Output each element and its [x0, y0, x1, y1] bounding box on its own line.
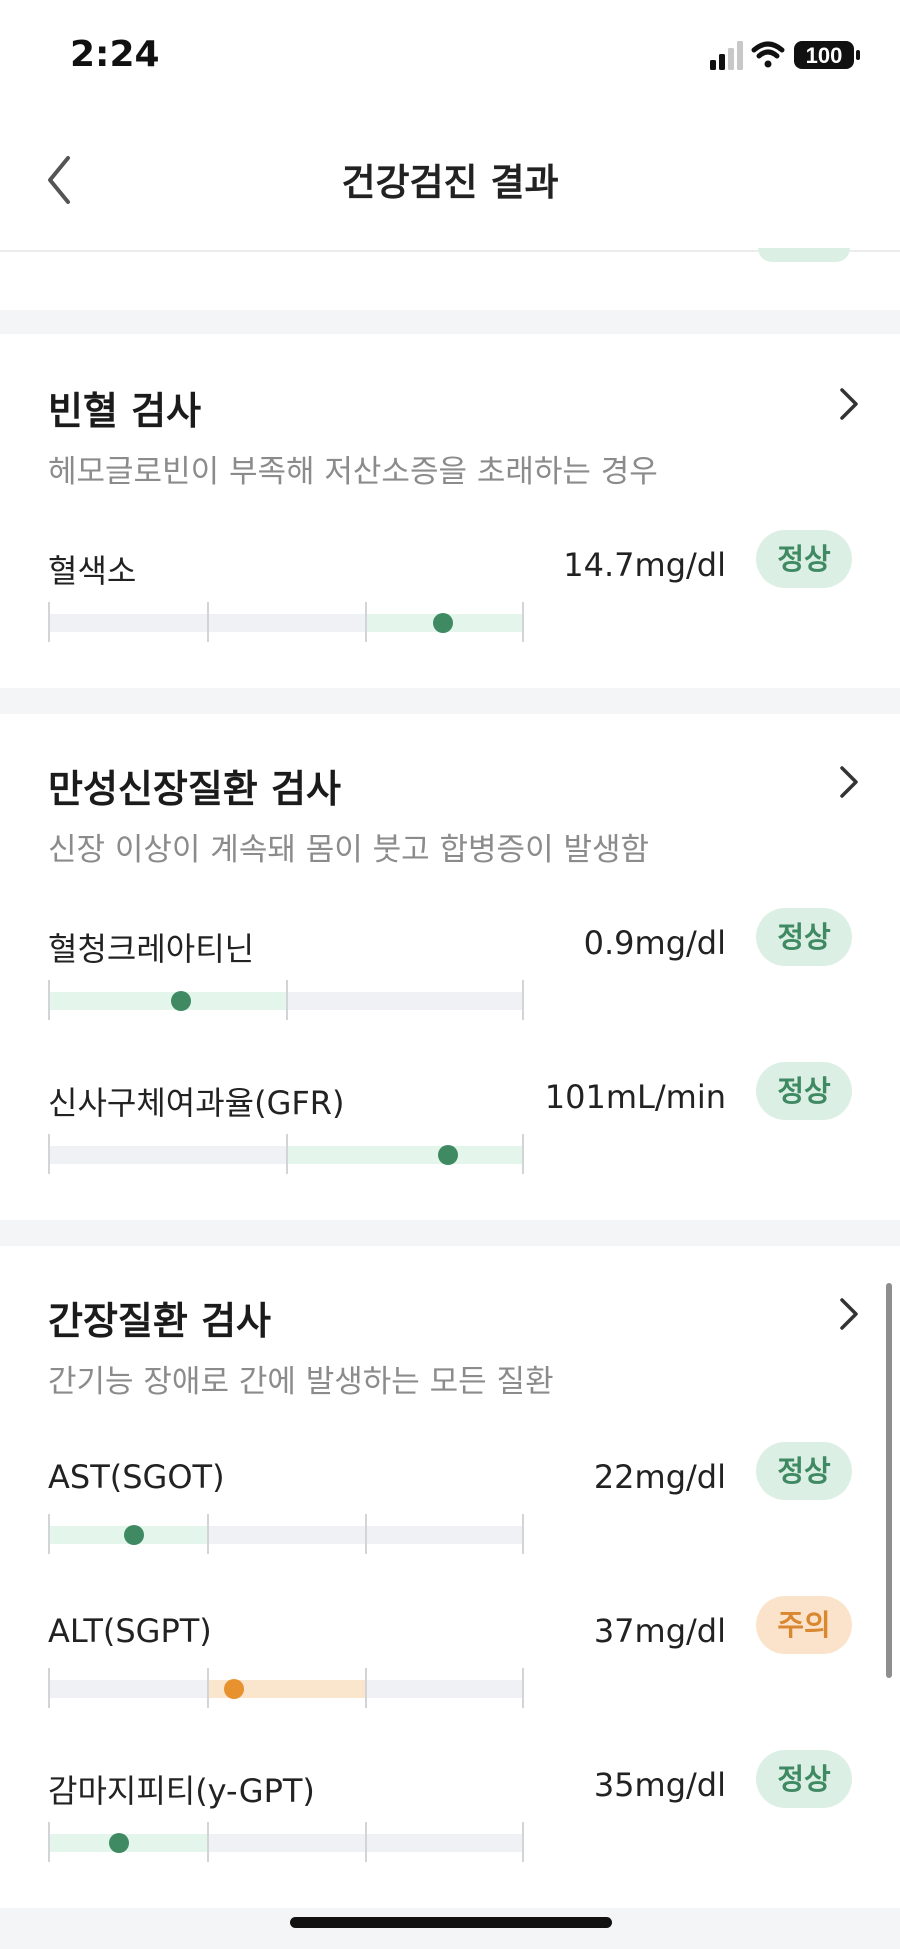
section-divider — [0, 688, 900, 714]
range-gauge — [48, 1668, 524, 1708]
status-time: 2:24 — [70, 34, 160, 75]
page-title: 건강검진 결과 — [341, 161, 559, 204]
gauge-tick — [48, 602, 50, 642]
result-item: ALT(SGPT) 37mg/dl 주의 — [0, 1596, 900, 1732]
gauge-range-highlight — [286, 1146, 524, 1164]
range-gauge — [48, 1822, 524, 1862]
range-gauge — [48, 1514, 524, 1554]
gauge-marker — [433, 613, 454, 633]
gauge-tick — [206, 1822, 209, 1862]
item-value: 35mg/dl — [593, 1766, 726, 1804]
section-title: 빈혈 검사 — [48, 389, 202, 433]
gauge-tick — [522, 1134, 524, 1174]
section-divider — [0, 1220, 900, 1246]
section-divider — [0, 310, 900, 334]
status-bar: 2:24 100 — [0, 0, 900, 110]
item-name: 혈색소 — [48, 552, 137, 590]
result-item: 혈색소 14.7mg/dl 정상 — [0, 530, 900, 666]
home-indicator[interactable] — [290, 1917, 612, 1928]
gauge-tick — [48, 1134, 50, 1174]
status-badge: 정상 — [756, 908, 852, 966]
chevron-right-icon[interactable] — [836, 384, 862, 424]
result-item: 혈청크레아티닌 0.9mg/dl 정상 — [0, 908, 900, 1044]
liver-disease-test-card[interactable]: 간장질환 검사 간기능 장애로 간에 발생하는 모든 질환 AST(SGOT) … — [0, 1246, 900, 1908]
gauge-tick — [48, 1514, 50, 1554]
gauge-tick — [522, 1514, 524, 1554]
scrollbar[interactable] — [886, 1283, 892, 1678]
gauge-tick — [365, 1822, 368, 1862]
gauge-tick — [522, 1822, 524, 1862]
section-title: 만성신장질환 검사 — [48, 767, 341, 811]
status-badge: 주의 — [756, 1596, 852, 1654]
result-item: 감마지피티(y-GPT) 35mg/dl 정상 — [0, 1750, 900, 1886]
status-badge-partial — [758, 248, 850, 262]
nav-bar: 건강검진 결과 — [0, 110, 900, 252]
wifi-icon — [751, 41, 785, 68]
anemia-test-card[interactable]: 빈혈 검사 헤모글로빈이 부족해 저산소증을 초래하는 경우 혈색소 14.7m… — [0, 334, 900, 688]
gauge-tick — [522, 980, 524, 1020]
gauge-tick — [48, 1822, 50, 1862]
gauge-tick — [206, 1668, 209, 1708]
item-name: 혈청크레아티닌 — [48, 930, 255, 968]
item-value: 101mL/min — [544, 1078, 726, 1116]
status-badge: 정상 — [756, 1062, 852, 1120]
gauge-tick — [286, 1134, 288, 1174]
gauge-tick — [522, 1668, 524, 1708]
item-value: 37mg/dl — [593, 1612, 726, 1650]
status-badge: 정상 — [756, 1442, 852, 1500]
kidney-disease-test-card[interactable]: 만성신장질환 검사 신장 이상이 계속돼 몸이 붓고 합병증이 발생함 혈청크레… — [0, 714, 900, 1220]
section-divider — [0, 1908, 900, 1949]
battery-text: 100 — [806, 43, 843, 68]
gauge-tick — [206, 1514, 209, 1554]
section-description: 간기능 장애로 간에 발생하는 모든 질환 — [48, 1364, 554, 1400]
item-name: AST(SGOT) — [48, 1458, 225, 1496]
gauge-tick — [365, 1668, 368, 1708]
status-badge: 정상 — [756, 530, 852, 588]
section-title: 간장질환 검사 — [48, 1299, 271, 1343]
chevron-right-icon[interactable] — [836, 1294, 862, 1334]
status-icons: 100 — [710, 41, 860, 70]
gauge-tick — [365, 602, 368, 642]
item-value: 22mg/dl — [593, 1458, 726, 1496]
gauge-range-highlight — [48, 992, 286, 1010]
gauge-tick — [286, 980, 288, 1020]
gauge-marker — [123, 1525, 144, 1545]
gauge-tick — [206, 602, 209, 642]
item-name: 신사구체여과율(GFR) — [48, 1084, 345, 1122]
chevron-right-icon[interactable] — [836, 762, 862, 802]
item-name: ALT(SGPT) — [48, 1612, 212, 1650]
signal-icon — [710, 41, 743, 70]
range-gauge — [48, 602, 524, 642]
range-gauge — [48, 1134, 524, 1174]
gauge-tick — [48, 1668, 50, 1708]
gauge-marker — [223, 1679, 244, 1699]
item-value: 0.9mg/dl — [583, 924, 726, 962]
item-name: 감마지피티(y-GPT) — [48, 1772, 315, 1810]
section-description: 신장 이상이 계속돼 몸이 붓고 합병증이 발생함 — [48, 832, 650, 868]
gauge-tick — [522, 602, 524, 642]
range-gauge — [48, 980, 524, 1020]
battery-icon: 100 — [794, 41, 860, 69]
item-value: 14.7mg/dl — [563, 546, 726, 584]
section-description: 헤모글로빈이 부족해 저산소증을 초래하는 경우 — [48, 454, 658, 490]
gauge-marker — [437, 1145, 458, 1165]
gauge-tick — [365, 1514, 368, 1554]
result-item: 신사구체여과율(GFR) 101mL/min 정상 — [0, 1062, 900, 1198]
status-badge: 정상 — [756, 1750, 852, 1808]
result-item: AST(SGOT) 22mg/dl 정상 — [0, 1442, 900, 1578]
gauge-tick — [48, 980, 50, 1020]
